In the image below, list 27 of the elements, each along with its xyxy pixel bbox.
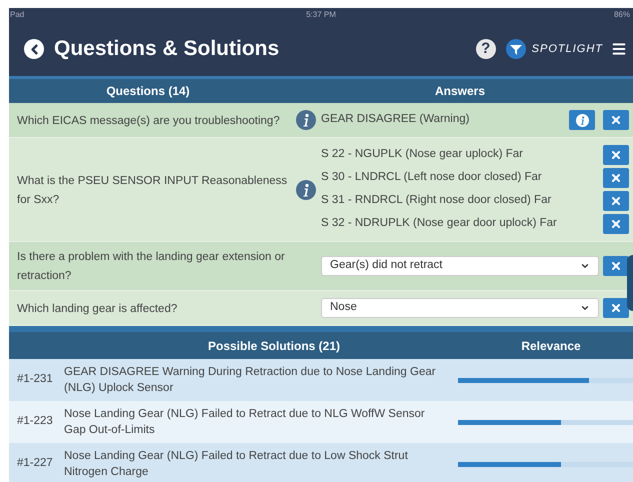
- question-text: Which EICAS message(s) are you troubleshooting?: [17, 114, 280, 126]
- solution-title: Nose Landing Gear (NLG) Failed to Retract due to Low Shock Strut Nitrogen Charge: [64, 449, 409, 480]
- solution-id: #1-231: [16, 372, 54, 388]
- battery-level: 86%: [612, 9, 631, 21]
- answer-text: S 22 - NGUPLK (Nose gear uplock) Far: [321, 147, 524, 162]
- column-heading: Relevance: [520, 338, 582, 354]
- help-button[interactable]: ?: [476, 39, 496, 59]
- brand-name: SPOTLIGHT: [532, 42, 603, 57]
- column-heading: Questions (14): [105, 83, 191, 100]
- solution-id: #1-223: [16, 414, 54, 430]
- dropdown[interactable]: Nose: [321, 298, 599, 318]
- solution-title: Nose Landing Gear (NLG) Failed to Retract due to NLG WoffW Sensor Gap Out-of-Limits: [64, 407, 426, 438]
- device-name: Pad: [10, 9, 26, 21]
- question-text: Is there a problem with the landing gear extension or retraction?: [17, 251, 285, 282]
- column-heading: Answers: [434, 83, 486, 100]
- answer-text: GEAR DISAGREE (Warning): [321, 112, 470, 128]
- solution-title: GEAR DISAGREE Warning During Retraction due to Nose Landing Gear (NLG) Uplock Sensor: [64, 365, 437, 396]
- answer-text: S 30 - LNDRCL (Left nose door closed) Far: [321, 170, 543, 186]
- page-title: Questions & Solutions: [54, 36, 280, 62]
- dropdown[interactable]: Gear(s) did not retract: [321, 256, 599, 276]
- solution-id: #1-227: [16, 456, 54, 472]
- question-text: What is the PSEU SENSOR INPUT Reasonableness for Sxx?: [17, 174, 288, 206]
- column-heading: Possible Solutions (21): [206, 338, 342, 354]
- clock: 5:37 PM: [305, 9, 337, 21]
- answer-text: S 31 - RNDRCL (Right nose door closed) Far: [321, 193, 552, 208]
- answer-text: S 32 - NDRUPLK (Nose gear door uplock) Far: [321, 216, 558, 232]
- question-text: Which landing gear is affected?: [17, 302, 178, 314]
